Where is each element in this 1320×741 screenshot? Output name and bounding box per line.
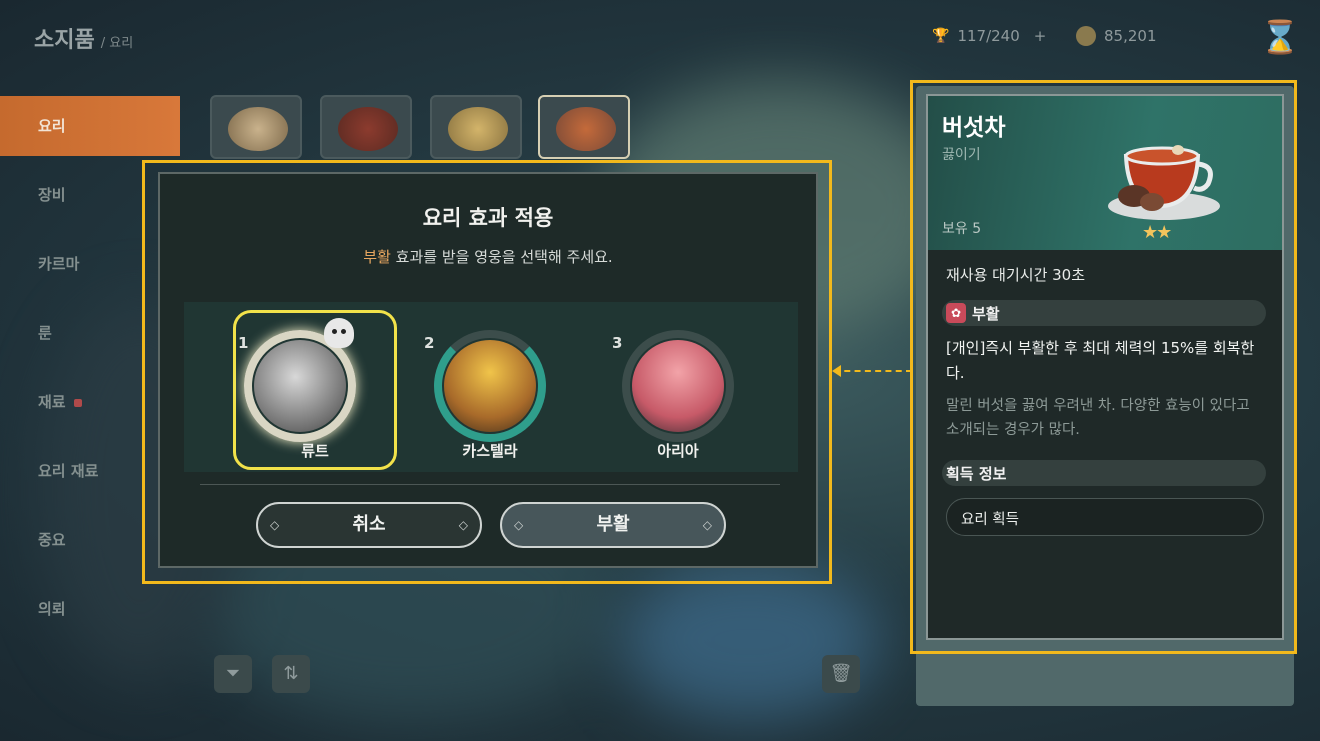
hero-slot-number: 3	[612, 334, 623, 352]
effect-name: 부활	[972, 305, 1000, 323]
sidebar-item-label: 요리 재료	[38, 462, 99, 480]
item-owned-count: 보유 5	[942, 221, 982, 237]
button-ornament-icon: ◇	[458, 518, 468, 532]
page-title: 소지품 / 요리	[34, 22, 133, 54]
hero-slot-number: 1	[238, 334, 249, 352]
sidebar-item-label: 카르마	[38, 255, 80, 273]
sidebar-item-label: 중요	[38, 531, 66, 549]
item-name: 버섯차	[942, 115, 1006, 141]
button-ornament-icon: ◇	[702, 518, 712, 532]
hero-portrait	[444, 340, 536, 432]
acquisition-source-label: 요리 획득	[961, 512, 1019, 528]
sidebar-item-label: 재료	[38, 393, 66, 411]
new-badge	[73, 398, 82, 407]
hero-portrait	[632, 340, 724, 432]
food-item-2[interactable]	[320, 95, 412, 159]
expand-capacity-button[interactable]: +	[1034, 27, 1047, 45]
effect-name-accent: 부활	[363, 248, 391, 266]
hero-name: 아리아	[657, 442, 699, 460]
effect-description: [개인]즉시 부활한 후 최대 체력의 15%를 회복한다.	[946, 339, 1255, 382]
item-detail-panel: 버섯차 끓이기 보유 5 ★★ 재사용 대기시간 30초 ✿ 부활 [개인]즉시…	[926, 94, 1284, 640]
revive-button[interactable]: ◇ 부활 ◇	[500, 502, 726, 548]
mushroom-tea-icon	[1108, 145, 1220, 220]
connector-line	[834, 370, 912, 372]
hero-slot-2[interactable]: 2 카스텔라	[408, 302, 572, 470]
sidebar-item-label: 장비	[38, 186, 66, 204]
trophy-icon: 🏆	[932, 28, 950, 44]
trash-icon[interactable]: 🗑	[822, 655, 860, 693]
food-steak-icon	[338, 107, 398, 151]
sidebar-item-label: 요리	[38, 117, 66, 135]
capacity-counter: 🏆 117/240 +	[932, 24, 1046, 48]
sidebar-item-requests[interactable]: 의뢰	[0, 579, 180, 648]
capacity-value: 117/240	[957, 27, 1020, 45]
acquisition-source-button[interactable]: 요리 획득	[946, 498, 1264, 536]
sort-icon[interactable]: ⇅	[272, 655, 310, 693]
acquisition-header-label: 획득 정보	[946, 465, 1007, 483]
close-icon[interactable]: ⌛	[1260, 20, 1300, 54]
food-item-3[interactable]	[430, 95, 522, 159]
revive-button-label: 부활	[596, 514, 630, 535]
cancel-button[interactable]: ◇ 취소 ◇	[256, 502, 482, 548]
cancel-button-label: 취소	[352, 514, 386, 535]
revive-effect-icon: ✿	[946, 303, 966, 323]
cooldown-text: 재사용 대기시간 30초	[946, 266, 1086, 284]
hero-slot-number: 2	[424, 334, 435, 352]
food-tea-icon	[556, 107, 616, 151]
rarity-stars: ★★	[1142, 222, 1172, 243]
hero-name: 류트	[301, 442, 329, 460]
divider	[200, 484, 780, 485]
acquisition-header: 획득 정보	[942, 460, 1266, 486]
currency-value: 85,201	[1104, 27, 1157, 45]
item-header: 버섯차 끓이기 보유 5 ★★	[928, 96, 1282, 250]
hero-slot-1[interactable]: 1 류트	[196, 302, 397, 470]
sidebar-item-label: 의뢰	[38, 600, 66, 618]
sidebar-item-label: 룬	[38, 324, 52, 342]
breadcrumb: / 요리	[100, 36, 134, 51]
dialog-subtitle: 부활 효과를 받을 영웅을 선택해 주세요.	[160, 246, 816, 267]
hero-portrait	[254, 340, 346, 432]
dialog-subtitle-text: 효과를 받을 영웅을 선택해 주세요.	[390, 248, 613, 266]
food-salad-icon	[228, 107, 288, 151]
currency-counter: 85,201	[1076, 24, 1157, 48]
ghost-icon	[324, 318, 354, 348]
button-ornament-icon: ◇	[270, 518, 280, 532]
effect-header: ✿ 부활	[942, 300, 1266, 326]
sidebar-item-cooking[interactable]: 요리	[0, 96, 180, 156]
dialog-title: 요리 효과 적용	[422, 206, 554, 230]
arrow-left-icon	[832, 365, 841, 377]
item-type: 끓이기	[942, 147, 981, 163]
hero-slot-3[interactable]: 3 아리아	[596, 302, 760, 470]
hero-name: 카스텔라	[462, 442, 518, 460]
flavor-text: 말린 버섯을 끓여 우려낸 차. 다양한 효능이 있다고 소개되는 경우가 많다…	[946, 398, 1250, 438]
food-item-1[interactable]	[210, 95, 302, 159]
food-dumpling-icon	[448, 107, 508, 151]
button-ornament-icon: ◇	[514, 518, 524, 532]
page-title-text: 소지품	[34, 28, 95, 53]
filter-icon[interactable]: ⏷	[214, 655, 252, 693]
hero-selection-strip: 1 류트 2 카스텔라 3 아리아	[184, 302, 798, 472]
food-item-4[interactable]	[538, 95, 630, 159]
coin-icon	[1076, 26, 1096, 46]
apply-food-effect-dialog: 요리 효과 적용 부활 효과를 받을 영웅을 선택해 주세요. 1 류트 2 카…	[158, 172, 818, 568]
